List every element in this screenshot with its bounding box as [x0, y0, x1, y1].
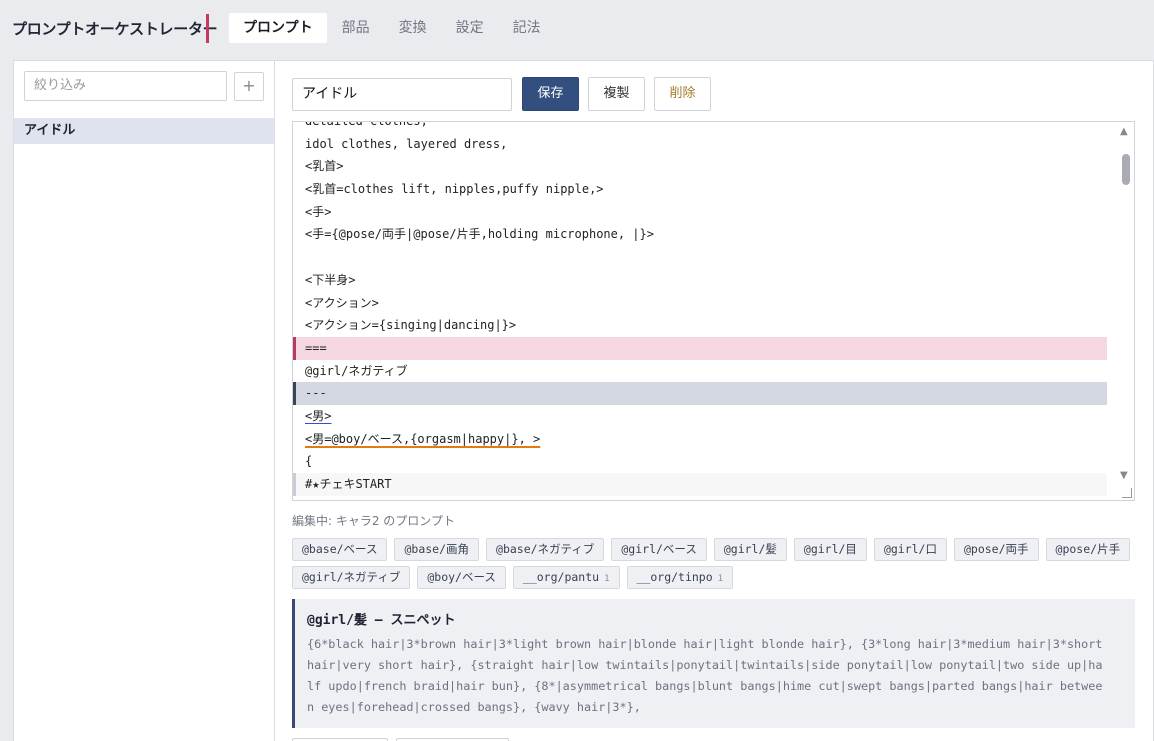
snippet-chip[interactable]: @girl/目	[793, 538, 867, 561]
editing-status: 編集中: キャラ2 のプロンプト	[292, 514, 455, 528]
scroll-up-icon[interactable]: ▲	[1120, 126, 1128, 137]
sidebar: 絞り込み + アイドル	[13, 60, 274, 741]
chip-count: 1	[604, 574, 610, 584]
editor-scrollbar[interactable]: ▲ ▼	[1117, 122, 1134, 500]
snippet-chip[interactable]: @girl/ベース	[611, 538, 707, 561]
editor-line: <手>	[305, 204, 332, 219]
snippet-chip[interactable]: __org/pantu 1	[512, 566, 620, 589]
editor-line: <下半身>	[305, 272, 356, 287]
chip-row: @girl/ネガティブ @boy/ベース __org/pantu 1 __org/…	[292, 566, 1137, 589]
title-separator	[206, 14, 209, 43]
resize-grip-icon[interactable]	[1122, 488, 1132, 498]
chip-label: @boy/ベース	[427, 570, 496, 584]
snippet-preview: @girl/髪 — スニペット {6*black hair|3*brown ha…	[292, 599, 1135, 728]
tab-notation[interactable]: 記法	[499, 13, 555, 43]
tab-bar: プロンプト 部品 変換 設定 記法	[229, 13, 556, 43]
duplicate-button[interactable]: 複製	[588, 77, 645, 111]
snippet-title: @girl/髪 — スニペット	[307, 613, 456, 628]
tab-settings[interactable]: 設定	[442, 13, 498, 43]
editor-line: <乳首>	[305, 159, 344, 174]
snippet-chips: @base/ベース @base/画角 @base/ネガティブ @girl/ベース…	[292, 538, 1137, 594]
scroll-thumb[interactable]	[1122, 154, 1130, 185]
editor-line: idol clothes, layered dress,	[305, 136, 508, 151]
scroll-down-icon[interactable]: ▼	[1120, 470, 1128, 481]
sidebar-item-idol[interactable]: アイドル	[14, 118, 274, 144]
chip-label: __org/pantu	[522, 570, 600, 584]
chip-row: @base/ベース @base/画角 @base/ネガティブ @girl/ベース…	[292, 538, 1137, 561]
snippet-body: {6*black hair|3*brown hair|3*light brown…	[307, 637, 1103, 714]
snippet-chip[interactable]: @girl/口	[873, 538, 947, 561]
main-panel: アイドル 保存 複製 削除 detailed clothes, idol clo…	[274, 60, 1154, 741]
editor-line: <男>	[293, 405, 1107, 428]
snippet-chip[interactable]: @base/ネガティブ	[486, 538, 605, 561]
editor-line-separator-character: ---	[293, 382, 1107, 405]
app-header: プロンプトオーケストレーター プロンプト 部品 変換 設定 記法	[0, 0, 1154, 58]
tab-parts[interactable]: 部品	[328, 13, 384, 43]
editor-line-separator-negative: ===	[293, 336, 1107, 360]
editor-line: <男=@boy/ベース,{orgasm|happy|}, >	[293, 428, 1107, 451]
chip-label: @girl/ネガティブ	[302, 570, 401, 584]
chip-label: __org/tinpo	[636, 570, 713, 584]
snippet-chip[interactable]: __org/tinpo 1	[626, 566, 734, 589]
save-button[interactable]: 保存	[522, 77, 579, 111]
snippet-chip[interactable]: @boy/ベース	[417, 566, 506, 589]
snippet-chip[interactable]: @base/ベース	[292, 538, 388, 561]
editor-line: detailed clothes,	[305, 121, 428, 128]
tab-prompt[interactable]: プロンプト	[229, 13, 327, 43]
tab-convert[interactable]: 変換	[385, 13, 441, 43]
editor-line: <手={@pose/両手|@pose/片手,holding microphone…	[305, 227, 654, 242]
delete-button[interactable]: 削除	[654, 77, 711, 111]
editor-line: <アクション>	[305, 295, 379, 310]
snippet-chip[interactable]: @girl/髪	[713, 538, 787, 561]
snippet-chip[interactable]: @base/画角	[394, 538, 480, 561]
filter-input[interactable]: 絞り込み	[24, 71, 227, 101]
app-title: プロンプトオーケストレーター	[12, 20, 218, 38]
prompt-name-input[interactable]: アイドル	[292, 78, 512, 111]
editor-content[interactable]: detailed clothes, idol clothes, layered …	[293, 121, 1107, 496]
editor-line: @girl/ネガティブ	[305, 363, 408, 378]
editor-line: <乳首=clothes lift, nipples,puffy nipple,>	[305, 182, 604, 197]
add-prompt-button[interactable]: +	[234, 72, 264, 101]
editor-line-warning: <男=@boy/ベース,{orgasm|happy|}, >	[305, 431, 541, 446]
prompt-editor[interactable]: detailed clothes, idol clothes, layered …	[292, 121, 1135, 501]
chip-count: 1	[717, 574, 724, 584]
snippet-chip[interactable]: @pose/両手	[953, 538, 1039, 561]
snippet-chip[interactable]: @girl/ネガティブ	[292, 566, 411, 589]
editor-line: <アクション={singing|dancing|}>	[305, 318, 517, 333]
editor-line-marked: <男>	[305, 408, 332, 423]
editor-line: {	[305, 454, 313, 469]
editor-line: #★チェキSTART	[293, 473, 1107, 496]
snippet-chip[interactable]: @pose/片手	[1045, 538, 1131, 561]
